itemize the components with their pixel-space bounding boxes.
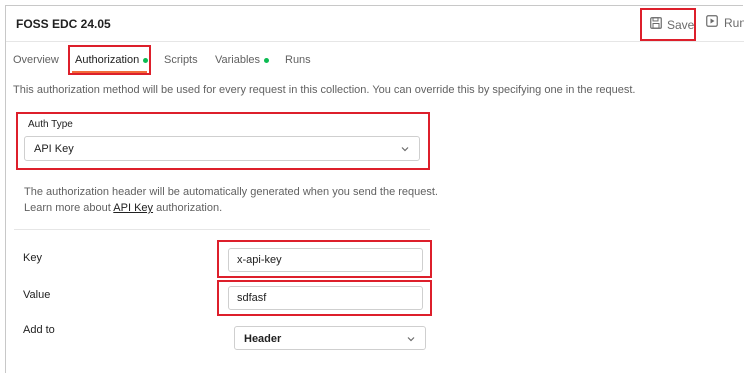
tab-overview-label: Overview	[13, 54, 59, 66]
tab-scripts[interactable]: Scripts	[164, 54, 198, 66]
run-label: Run	[724, 15, 744, 30]
collection-header: FOSS EDC 24.05 Save Run	[6, 6, 744, 42]
info-text: The authorization header will be automat…	[24, 186, 438, 198]
chevron-down-icon	[400, 143, 410, 157]
value-label: Value	[23, 289, 51, 301]
tab-variables-label: Variables	[215, 54, 261, 66]
active-tab-indicator	[72, 71, 147, 73]
collection-title: FOSS EDC 24.05	[16, 17, 111, 31]
learn-more-text: Learn more about API Key authorization.	[24, 202, 222, 214]
api-key-docs-link[interactable]: API Key	[113, 202, 153, 214]
add-to-label: Add to	[23, 324, 55, 336]
auth-description: This authorization method will be used f…	[13, 84, 636, 96]
status-dot	[143, 57, 149, 63]
tab-overview[interactable]: Overview	[13, 54, 59, 66]
tab-authorization-label: Authorization	[75, 54, 140, 66]
auth-type-label: Auth Type	[28, 119, 73, 130]
chevron-down-icon	[406, 333, 416, 347]
auth-type-select[interactable]: API Key	[24, 136, 420, 161]
save-label: Save	[667, 17, 695, 32]
collection-panel: FOSS EDC 24.05 Save Run Overview Authori…	[5, 5, 744, 373]
key-input[interactable]	[228, 248, 423, 272]
tab-bar: Overview Authorization Scripts Variables…	[6, 44, 744, 78]
floppy-disk-icon	[650, 17, 662, 32]
learn-more-prefix: Learn more about	[24, 202, 114, 214]
add-to-select[interactable]: Header	[234, 326, 426, 350]
auth-info-panel: The authorization header will be automat…	[14, 174, 438, 230]
auth-type-value: API Key	[34, 143, 74, 155]
learn-more-suffix: authorization.	[153, 202, 223, 214]
key-label: Key	[23, 252, 42, 264]
tab-authorization[interactable]: Authorization	[75, 54, 149, 66]
tab-runs-label: Runs	[285, 54, 311, 66]
status-dot	[264, 57, 270, 63]
add-to-value: Header	[244, 333, 282, 345]
value-input[interactable]	[228, 286, 423, 310]
tab-runs[interactable]: Runs	[285, 54, 311, 66]
tab-scripts-label: Scripts	[164, 54, 198, 66]
run-button[interactable]: Run	[706, 15, 744, 30]
save-button[interactable]: Save	[640, 8, 696, 41]
play-icon	[706, 15, 718, 30]
tab-variables[interactable]: Variables	[215, 54, 270, 66]
auth-type-section: Auth Type API Key	[16, 112, 430, 170]
